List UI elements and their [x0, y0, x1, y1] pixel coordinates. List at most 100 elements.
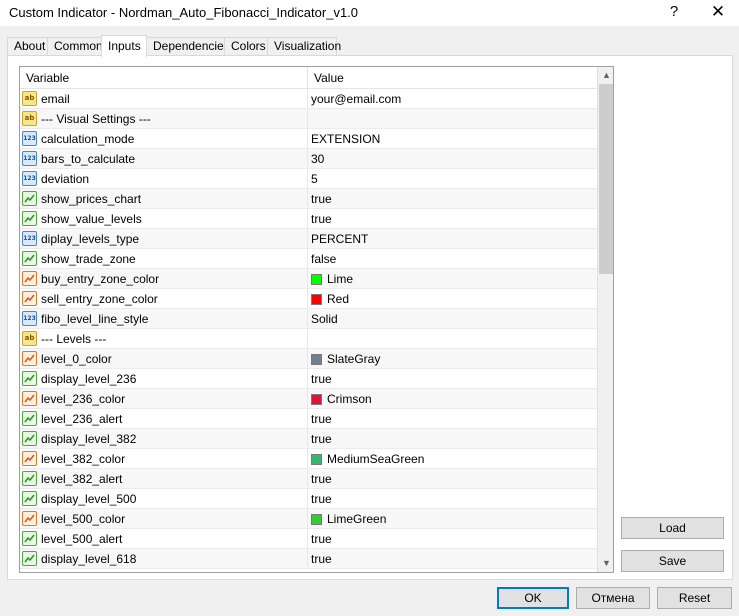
value-cell[interactable]: MediumSeaGreen	[308, 449, 597, 469]
table-row[interactable]: show_trade_zone false	[20, 249, 597, 269]
variable-cell[interactable]: 123 fibo_level_line_style	[20, 309, 308, 329]
value-cell[interactable]: false	[308, 249, 597, 269]
value-cell[interactable]: Solid	[308, 309, 597, 329]
value-cell[interactable]: Lime	[308, 269, 597, 289]
help-button[interactable]: ?	[654, 0, 694, 26]
value-cell[interactable]: true	[308, 489, 597, 509]
table-row[interactable]: buy_entry_zone_color Lime	[20, 269, 597, 289]
variable-cell[interactable]: level_382_alert	[20, 469, 308, 489]
variable-cell[interactable]: level_500_color	[20, 509, 308, 529]
table-row[interactable]: 123 fibo_level_line_style Solid	[20, 309, 597, 329]
table-row[interactable]: show_value_levels true	[20, 209, 597, 229]
table-row[interactable]: 123 bars_to_calculate 30	[20, 149, 597, 169]
variable-cell[interactable]: display_level_236	[20, 369, 308, 389]
value-cell[interactable]: Crimson	[308, 389, 597, 409]
value-text: 30	[311, 152, 325, 166]
value-text: LimeGreen	[327, 512, 387, 526]
variable-cell[interactable]: 123 diplay_levels_type	[20, 229, 308, 249]
table-row[interactable]: ab --- Visual Settings ---	[20, 109, 597, 129]
reset-button[interactable]: Reset	[657, 587, 732, 609]
tab-common[interactable]: Common	[47, 37, 103, 56]
column-header-value[interactable]: Value	[308, 67, 597, 89]
tab-about[interactable]: About	[7, 37, 48, 56]
ok-button[interactable]: OK	[497, 587, 569, 609]
value-cell[interactable]	[308, 109, 597, 129]
variable-cell[interactable]: 123 deviation	[20, 169, 308, 189]
table-row[interactable]: display_level_236 true	[20, 369, 597, 389]
table-row[interactable]: level_500_alert true	[20, 529, 597, 549]
value-cell[interactable]: true	[308, 469, 597, 489]
value-cell[interactable]: 5	[308, 169, 597, 189]
value-text: true	[311, 412, 332, 426]
variable-cell[interactable]: show_trade_zone	[20, 249, 308, 269]
table-row[interactable]: level_382_alert true	[20, 469, 597, 489]
table-row[interactable]: level_0_color SlateGray	[20, 349, 597, 369]
tab-inputs[interactable]: Inputs	[101, 35, 147, 57]
value-cell[interactable]: true	[308, 429, 597, 449]
variable-cell[interactable]: ab --- Levels ---	[20, 329, 308, 349]
scroll-up-arrow-icon[interactable]: ▲	[598, 67, 613, 84]
value-text: Crimson	[327, 392, 372, 406]
variable-cell[interactable]: 123 bars_to_calculate	[20, 149, 308, 169]
value-cell[interactable]: 30	[308, 149, 597, 169]
variable-cell[interactable]: level_0_color	[20, 349, 308, 369]
value-cell[interactable]	[308, 329, 597, 349]
variable-cell[interactable]: show_prices_chart	[20, 189, 308, 209]
variable-cell[interactable]: 123 calculation_mode	[20, 129, 308, 149]
table-row[interactable]: display_level_618 true	[20, 549, 597, 569]
value-cell[interactable]: PERCENT	[308, 229, 597, 249]
value-cell[interactable]: true	[308, 189, 597, 209]
value-cell[interactable]: your@email.com	[308, 89, 597, 109]
variable-cell[interactable]: ab --- Visual Settings ---	[20, 109, 308, 129]
table-row[interactable]: 123 diplay_levels_type PERCENT	[20, 229, 597, 249]
value-cell[interactable]: Red	[308, 289, 597, 309]
variable-cell[interactable]: display_level_500	[20, 489, 308, 509]
table-row[interactable]: sell_entry_zone_color Red	[20, 289, 597, 309]
tab-dependencies[interactable]: Dependencies	[146, 37, 230, 56]
table-row[interactable]: ab --- Levels ---	[20, 329, 597, 349]
table-row[interactable]: level_382_color MediumSeaGreen	[20, 449, 597, 469]
table-row[interactable]: ab email your@email.com	[20, 89, 597, 109]
scrollbar-thumb[interactable]	[599, 84, 613, 274]
value-cell[interactable]: true	[308, 549, 597, 569]
scroll-down-arrow-icon[interactable]: ▼	[598, 555, 613, 572]
save-button[interactable]: Save	[621, 550, 724, 572]
value-cell[interactable]: true	[308, 529, 597, 549]
variable-cell[interactable]: buy_entry_zone_color	[20, 269, 308, 289]
vertical-scrollbar[interactable]: ▲ ▼	[597, 67, 613, 572]
table-row[interactable]: show_prices_chart true	[20, 189, 597, 209]
variable-cell[interactable]: display_level_382	[20, 429, 308, 449]
tab-visualization[interactable]: Visualization	[267, 37, 341, 56]
value-cell[interactable]: true	[308, 209, 597, 229]
variable-cell[interactable]: level_236_alert	[20, 409, 308, 429]
value-cell[interactable]: EXTENSION	[308, 129, 597, 149]
value-cell[interactable]: true	[308, 409, 597, 429]
tab-colors[interactable]: Colors	[224, 37, 268, 56]
numeric-icon: 123	[22, 151, 37, 166]
table-row[interactable]: level_500_color LimeGreen	[20, 509, 597, 529]
close-button[interactable]: ✕	[698, 0, 738, 26]
table-row[interactable]: display_level_500 true	[20, 489, 597, 509]
value-cell[interactable]: true	[308, 369, 597, 389]
variable-cell[interactable]: sell_entry_zone_color	[20, 289, 308, 309]
table-row[interactable]: 123 calculation_mode EXTENSION	[20, 129, 597, 149]
variable-cell[interactable]: ab email	[20, 89, 308, 109]
table-row[interactable]: level_236_color Crimson	[20, 389, 597, 409]
variable-cell[interactable]: show_value_levels	[20, 209, 308, 229]
variable-cell[interactable]: level_500_alert	[20, 529, 308, 549]
load-button[interactable]: Load	[621, 517, 724, 539]
table-row[interactable]: 123 deviation 5	[20, 169, 597, 189]
variable-cell[interactable]: level_382_color	[20, 449, 308, 469]
value-text: your@email.com	[311, 92, 402, 106]
value-cell[interactable]: LimeGreen	[308, 509, 597, 529]
grid-header: Variable Value	[20, 67, 597, 89]
ab-string-icon: ab	[22, 91, 37, 106]
table-row[interactable]: display_level_382 true	[20, 429, 597, 449]
variable-cell[interactable]: display_level_618	[20, 549, 308, 569]
table-row[interactable]: level_236_alert true	[20, 409, 597, 429]
value-cell[interactable]: SlateGray	[308, 349, 597, 369]
variable-cell[interactable]: level_236_color	[20, 389, 308, 409]
column-header-variable[interactable]: Variable	[20, 67, 308, 89]
boolean-icon	[22, 371, 37, 386]
cancel-button[interactable]: Отмена	[576, 587, 650, 609]
